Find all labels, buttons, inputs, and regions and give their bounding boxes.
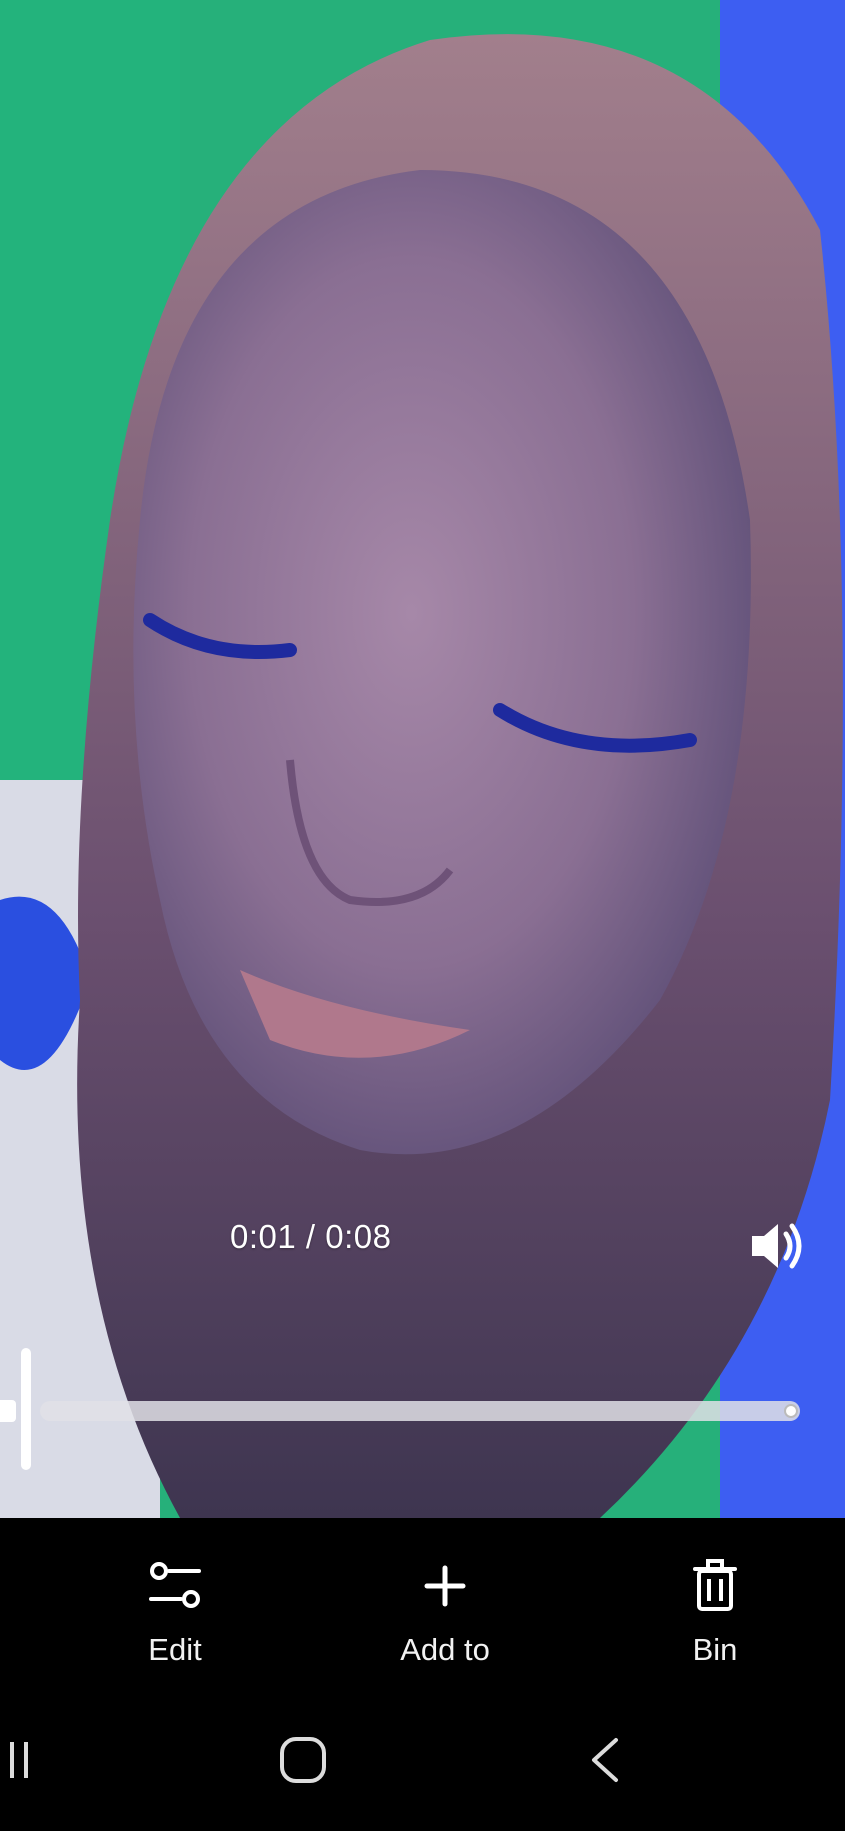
back-icon xyxy=(592,1737,618,1782)
home-icon xyxy=(280,1736,326,1783)
video-scrubber[interactable] xyxy=(0,1348,845,1470)
video-player-screen: 0:01 / 0:08 Edit Add to Bin xyxy=(0,0,845,1831)
scrubber-start-marker xyxy=(0,1400,16,1422)
add-to-button[interactable]: Add to xyxy=(345,1518,545,1688)
recents-button[interactable] xyxy=(0,1688,40,1831)
video-frame-image xyxy=(0,0,845,1518)
bin-button[interactable]: Bin xyxy=(615,1518,815,1688)
bottom-action-bar: Edit Add to Bin xyxy=(0,1518,845,1688)
video-frame[interactable] xyxy=(0,0,845,1518)
bin-label: Bin xyxy=(692,1632,738,1667)
video-time-display: 0:01 / 0:08 xyxy=(230,1218,392,1255)
scrubber-end-handle[interactable] xyxy=(784,1404,798,1418)
system-navigation-bar xyxy=(0,1688,845,1831)
edit-button[interactable]: Edit xyxy=(75,1518,275,1688)
edit-label: Edit xyxy=(148,1632,202,1667)
volume-icon xyxy=(752,1223,802,1269)
add-to-label: Add to xyxy=(400,1632,490,1667)
scrubber-playhead[interactable] xyxy=(21,1348,31,1470)
volume-button[interactable] xyxy=(748,1218,808,1274)
recents-icon xyxy=(10,1741,28,1778)
trash-icon xyxy=(685,1556,745,1616)
home-button[interactable] xyxy=(270,1688,336,1831)
edit-sliders-icon xyxy=(145,1556,205,1616)
plus-icon xyxy=(415,1556,475,1616)
back-button[interactable] xyxy=(585,1688,625,1831)
scrubber-track[interactable] xyxy=(40,1401,800,1421)
